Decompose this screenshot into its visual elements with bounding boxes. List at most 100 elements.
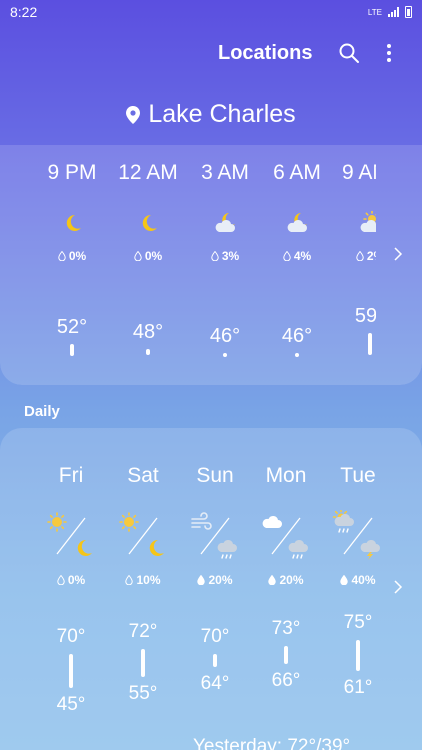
day-name: Tue: [340, 464, 376, 487]
hour-precipitation: 2%: [330, 249, 376, 263]
day-precipitation-value: 20%: [279, 573, 304, 587]
day-precipitation: 20%: [179, 573, 251, 587]
hour-temperature: 46°: [209, 325, 241, 347]
daily-forecast-card[interactable]: Fri 0% 70° 45° Sat 10% 72° 55° Sun 20% 70° 64° Mon 20…: [0, 428, 422, 750]
precipitation-drop-icon: [134, 250, 142, 262]
daily-item[interactable]: Fri 0% 70° 45°: [35, 428, 107, 728]
cloud-icon: [262, 515, 282, 528]
precipitation-drop-icon: [211, 250, 219, 262]
chevron-right-icon[interactable]: [392, 580, 404, 594]
sun-rain-cloud-icon: [332, 510, 354, 533]
day-night-icons: [189, 510, 241, 562]
day-high-temperature: 73°: [271, 618, 301, 639]
moon-icon: [77, 539, 92, 556]
day-night-icons: [260, 510, 312, 562]
location-name: Lake Charles: [148, 100, 296, 128]
sun-icon: [47, 512, 67, 532]
day-name: Sun: [196, 464, 234, 487]
network-type: LTE: [367, 7, 382, 17]
hour-precipitation: 0%: [108, 249, 188, 263]
hourly-overflow-mask: [378, 145, 422, 385]
hour-temperature: 52°: [56, 316, 88, 338]
hour-temp-bar: [146, 349, 150, 355]
hourly-item[interactable]: 3 AM 3% 46°: [185, 145, 265, 385]
current-location[interactable]: Lake Charles: [0, 100, 422, 129]
hour-temp-bar: [368, 333, 372, 355]
moon-cloud-icon: [215, 213, 235, 232]
day-precipitation-value: 10%: [136, 573, 161, 587]
hour-time: 6 AM: [273, 161, 321, 184]
hour-temperature: 59°: [354, 305, 376, 327]
status-icons: LTE: [368, 6, 412, 18]
hour-weather: [60, 211, 84, 235]
sun-icon: [119, 512, 139, 532]
day-high-temperature: 70°: [200, 626, 230, 647]
day-high-temperature: 70°: [56, 626, 86, 647]
precipitation-drop-icon: [283, 250, 291, 262]
hour-precipitation: 0%: [32, 249, 112, 263]
hour-precipitation: 4%: [257, 249, 337, 263]
status-time: 8:22: [10, 4, 38, 20]
status-bar: 8:22 LTE: [0, 0, 422, 24]
hour-time: 9 PM: [47, 161, 97, 184]
day-temp-range-bar: [284, 646, 288, 664]
hour-temperature: 48°: [132, 321, 164, 343]
precipitation-drop-icon: [340, 574, 349, 586]
precipitation-drop-icon: [57, 574, 65, 586]
day-low-temperature: 55°: [128, 683, 158, 704]
hour-time: 9 AM: [342, 161, 376, 184]
precipitation-drop-icon: [356, 250, 364, 262]
day-precipitation: 0%: [35, 573, 107, 587]
hour-time: 3 AM: [201, 161, 249, 184]
rain-cloud-icon: [288, 539, 308, 559]
day-low-temperature: 64°: [200, 673, 230, 694]
hour-temp-bar: [223, 353, 227, 357]
hour-weather: [136, 211, 160, 235]
hour-temperature: 46°: [281, 325, 313, 347]
day-name: Sat: [127, 464, 159, 487]
hour-precipitation: 3%: [185, 249, 265, 263]
moon-icon: [142, 214, 157, 231]
hour-precipitation-value: 2%: [366, 249, 376, 263]
day-night-icons: [117, 510, 169, 562]
precipitation-drop-icon: [268, 574, 277, 586]
day-precipitation-value: 40%: [351, 573, 376, 587]
day-high-temperature: 75°: [343, 612, 373, 633]
day-night-icons: [45, 510, 97, 562]
hour-precipitation-value: 0%: [144, 249, 163, 263]
more-options-icon[interactable]: [378, 42, 400, 64]
rain-cloud-icon: [217, 539, 237, 559]
daily-item[interactable]: Mon 20% 73° 66°: [250, 428, 322, 728]
daily-section-label: Daily: [24, 403, 60, 420]
day-temp-range-bar: [141, 649, 145, 677]
chevron-right-icon[interactable]: [392, 247, 404, 261]
hourly-item[interactable]: 12 AM 0% 48°: [108, 145, 188, 385]
hourly-item[interactable]: 9 PM 0% 52°: [32, 145, 112, 385]
battery-icon: [405, 6, 412, 18]
day-name: Mon: [265, 464, 307, 487]
hour-time: 12 AM: [118, 161, 178, 184]
app-header: Locations: [0, 36, 422, 72]
hourly-item[interactable]: 6 AM 4% 46°: [257, 145, 337, 385]
precipitation-drop-icon: [125, 574, 134, 586]
hour-temp-bar: [70, 344, 74, 356]
day-temp-range-bar: [356, 640, 360, 671]
daily-item[interactable]: Tue 40% 75° 61°: [322, 428, 394, 728]
yesterday-temperatures: Yesterday: 72°/39°: [193, 736, 351, 750]
day-temp-range-bar: [69, 654, 73, 688]
day-name: Fri: [58, 464, 84, 487]
locations-button[interactable]: Locations: [218, 42, 312, 65]
daily-item[interactable]: Sun 20% 70° 64°: [179, 428, 251, 728]
daily-item[interactable]: Sat 10% 72° 55°: [107, 428, 179, 728]
day-night-icons: [332, 510, 384, 562]
precipitation-drop-icon: [58, 250, 66, 262]
hourly-item[interactable]: 9 AM 2% 59°: [330, 145, 376, 385]
search-icon[interactable]: [338, 42, 360, 64]
moon-icon: [149, 539, 164, 556]
day-low-temperature: 66°: [271, 670, 301, 691]
hour-precipitation-value: 0%: [68, 249, 87, 263]
hourly-forecast-card[interactable]: 9 PM 0% 52° 12 AM 0% 48° 3 AM 3% 46° 6 AM 4% 46° 9 A…: [0, 145, 422, 385]
hour-weather: [213, 211, 237, 235]
hour-precipitation-value: 3%: [221, 249, 240, 263]
day-low-temperature: 61°: [343, 677, 373, 698]
